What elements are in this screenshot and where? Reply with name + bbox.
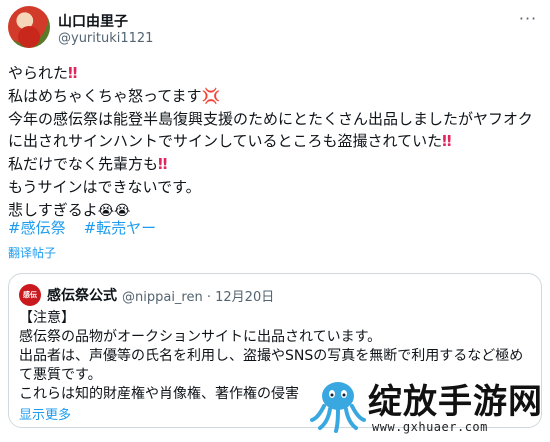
hashtag-link[interactable]: #転売ヤー: [84, 219, 157, 237]
double-exclamation-icon: ‼: [68, 64, 78, 82]
quoted-author-avatar: 感伝: [19, 284, 41, 306]
quoted-author-meta: @nippai_ren · 12月20日: [122, 290, 275, 305]
quoted-line: 【注意】: [19, 310, 75, 326]
octopus-logo-icon: [310, 382, 366, 433]
watermark-title: 绽放手游网: [368, 382, 543, 422]
tweet-header: 山口由里子 @yurituki1121 ···: [8, 6, 542, 50]
quoted-line: 感伝祭の品物がオークションサイトに出品されています。: [19, 329, 382, 345]
hashtags: #感伝祭 #転売ヤー: [8, 217, 174, 238]
tweet-line: 私だけでなく先輩方も‼: [8, 155, 168, 174]
author-handle[interactable]: @yurituki1121: [58, 31, 153, 46]
author-name[interactable]: 山口由里子: [58, 11, 128, 31]
hashtag-link[interactable]: #感伝祭: [8, 219, 66, 237]
show-more-link[interactable]: 显示更多: [19, 404, 71, 423]
tweet-line: 私はめちゃくちゃ怒ってます💢: [8, 86, 221, 105]
double-exclamation-icon: ‼: [442, 132, 452, 151]
tweet-line: 今年の感伝祭は能登半島復興支援のためにとたくさん出品しましたがヤフオクに出されサ…: [8, 109, 533, 151]
anger-icon: 💢: [201, 86, 221, 105]
more-options-icon[interactable]: ···: [516, 11, 540, 32]
tweet-line: もうサインはできないです。: [8, 177, 201, 196]
quoted-author-name: 感伝祭公式: [47, 288, 117, 304]
tweet-text: やられた‼ 私はめちゃくちゃ怒ってます💢 今年の感伝祭は能登半島復興支援のために…: [8, 62, 542, 223]
tweet-line: やられた‼: [8, 64, 78, 82]
author-avatar[interactable]: [8, 6, 50, 48]
watermark-url: www.gxhuaer.com: [372, 420, 488, 434]
translate-post-link[interactable]: 翻译帖子: [8, 244, 56, 261]
double-exclamation-icon: ‼: [158, 155, 168, 174]
site-watermark: 绽放手游网 www.gxhuaer.com: [300, 370, 550, 442]
